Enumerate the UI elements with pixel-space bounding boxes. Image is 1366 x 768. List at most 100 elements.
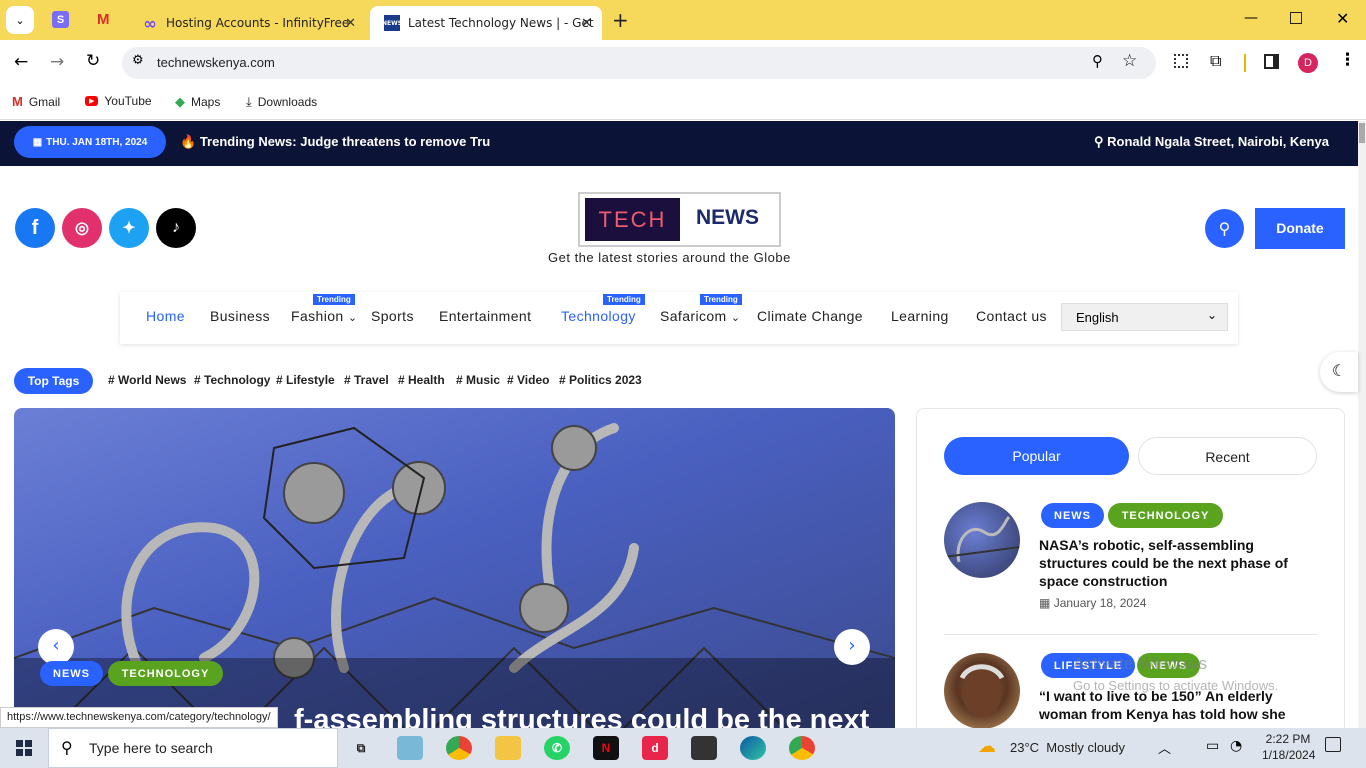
page-scrollbar[interactable]: [1358, 121, 1366, 728]
tab-hosting-accounts[interactable]: ∞ Hosting Accounts - InfinityFree ✕: [128, 6, 366, 40]
tag-health[interactable]: # Health: [398, 373, 445, 387]
gmail-tab-icon[interactable]: M: [97, 11, 114, 28]
menu-icon[interactable]: ⋮: [1339, 50, 1356, 70]
task-view-icon[interactable]: ⧉: [348, 736, 374, 760]
nav-technology[interactable]: Technology: [561, 308, 636, 324]
post-thumbnail[interactable]: [944, 653, 1020, 729]
dark-mode-toggle[interactable]: ☾: [1320, 352, 1358, 392]
reload-icon[interactable]: ↻: [86, 51, 100, 71]
tab-popular[interactable]: Popular: [944, 437, 1129, 475]
chrome-icon[interactable]: [446, 736, 472, 760]
trending-badge: Trending: [313, 294, 355, 305]
nav-entertainment[interactable]: Entertainment: [439, 308, 531, 324]
post-title[interactable]: NASA’s robotic, self-assembling structur…: [1039, 536, 1309, 590]
nav-climate-change[interactable]: Climate Change: [757, 308, 863, 324]
map-pin-icon: ⚲: [1094, 134, 1104, 149]
extensions-icon[interactable]: ⧉: [1210, 51, 1221, 71]
calendar-icon: ▦: [1039, 596, 1051, 610]
avatar[interactable]: D: [1298, 53, 1318, 73]
post-thumbnail[interactable]: [944, 502, 1020, 578]
weather[interactable]: 23°C Mostly cloudy: [1010, 740, 1125, 755]
hero-title[interactable]: f-assembling structures could be the nex…: [294, 704, 869, 728]
trending-text[interactable]: Judge threatens to remove Tru: [300, 134, 490, 149]
facebook-icon[interactable]: f: [15, 208, 55, 248]
close-window-icon[interactable]: ✕: [1336, 9, 1349, 28]
site-logo[interactable]: TECH NEWS: [578, 192, 781, 247]
tab-label: Hosting Accounts - InfinityFree: [166, 16, 350, 30]
tiktok-icon[interactable]: ♪: [156, 208, 196, 248]
logo-tech: TECH: [585, 198, 680, 241]
category-technology[interactable]: TECHNOLOGY: [108, 661, 223, 686]
whatsapp-icon[interactable]: ✆: [544, 736, 570, 760]
nav-sports[interactable]: Sports: [371, 308, 414, 324]
tag-politics-2023[interactable]: # Politics 2023: [559, 373, 642, 387]
gmail-icon: M: [12, 94, 23, 109]
notification-icon[interactable]: [1325, 737, 1341, 752]
app-d-icon[interactable]: d: [642, 736, 668, 760]
taskbar-search[interactable]: ⚲ Type here to search: [48, 728, 338, 768]
trending-ticker[interactable]: 🔥 Trending News: Judge threatens to remo…: [180, 134, 490, 150]
bookmark-downloads[interactable]: ⤓ Downloads: [246, 94, 317, 110]
instagram-icon[interactable]: ◎: [62, 208, 102, 248]
nav-safaricom[interactable]: Safaricom ⌄: [660, 308, 741, 324]
forward-icon[interactable]: →: [50, 52, 64, 72]
tab-recent[interactable]: Recent: [1138, 437, 1317, 475]
site-settings-icon[interactable]: ⚙: [132, 53, 144, 68]
tag-music[interactable]: # Music: [456, 373, 500, 387]
clock[interactable]: 2:22 PM 1/18/2024: [1262, 731, 1315, 763]
tag-world-news[interactable]: # World News: [108, 373, 186, 387]
url-text: technewskenya.com: [157, 55, 275, 70]
s-tab-icon[interactable]: S: [52, 11, 69, 28]
bookmark-star-icon[interactable]: ☆: [1122, 51, 1137, 71]
windows-start-icon[interactable]: [16, 740, 32, 756]
tab-search-button[interactable]: ⌄: [6, 6, 34, 34]
category-technology[interactable]: TECHNOLOGY: [1108, 503, 1223, 528]
close-icon[interactable]: ✕: [345, 16, 356, 31]
app-icon[interactable]: [691, 736, 717, 760]
bookmark-gmail[interactable]: M Gmail: [12, 94, 60, 109]
tab-tech-news[interactable]: NEWS Latest Technology News | - Get ✕: [370, 6, 602, 40]
search-button[interactable]: ⚲: [1205, 209, 1244, 248]
nav-business[interactable]: Business: [210, 308, 270, 324]
new-tab-button[interactable]: +: [612, 8, 629, 32]
tag-travel[interactable]: # Travel: [344, 373, 389, 387]
nav-learning[interactable]: Learning: [891, 308, 949, 324]
address-bar[interactable]: ⚙ technewskenya.com ⚲ ☆: [122, 47, 1156, 79]
bookmark-youtube[interactable]: ▶ YouTube: [85, 94, 152, 108]
netflix-icon[interactable]: N: [593, 736, 619, 760]
nav-contact-us[interactable]: Contact us: [976, 308, 1047, 324]
status-url: https://www.technewskenya.com/category/t…: [0, 707, 278, 728]
slider-next-button[interactable]: ›: [834, 629, 870, 665]
category-news[interactable]: NEWS: [1041, 503, 1104, 528]
tag-video[interactable]: # Video: [507, 373, 549, 387]
chrome-icon[interactable]: [789, 736, 815, 760]
slider-prev-button[interactable]: ‹: [38, 629, 74, 665]
bookmark-maps[interactable]: ◆ Maps: [175, 94, 220, 110]
windows-taskbar: ⚲ Type here to search ⧉ ✆ N d ☁ 23°C Mos…: [0, 728, 1366, 768]
side-panel-icon[interactable]: [1264, 54, 1279, 69]
category-news[interactable]: NEWS: [40, 661, 103, 686]
minimize-icon[interactable]: —: [1244, 10, 1258, 26]
maps-icon: ◆: [175, 94, 185, 109]
nav-home[interactable]: Home: [146, 308, 185, 324]
tray-chevron-icon[interactable]: ︿: [1158, 738, 1171, 757]
infinity-icon: ∞: [143, 13, 157, 33]
language-select[interactable]: English ⌄: [1061, 303, 1228, 331]
file-explorer-icon[interactable]: [495, 736, 521, 760]
twitter-icon[interactable]: ✦: [109, 208, 149, 248]
donate-button[interactable]: Donate: [1255, 208, 1345, 249]
nav-fashion[interactable]: Fashion ⌄: [291, 308, 358, 324]
back-icon[interactable]: ←: [14, 52, 28, 72]
close-icon[interactable]: ✕: [581, 16, 592, 31]
restore-icon[interactable]: [1290, 12, 1302, 24]
app-icon[interactable]: [397, 736, 423, 760]
tag-technology[interactable]: # Technology: [194, 373, 270, 387]
tag-lifestyle[interactable]: # Lifestyle: [276, 373, 335, 387]
edge-icon[interactable]: [740, 736, 766, 760]
hero-slider[interactable]: ‹ › NEWS TECHNOLOGY f-assembling structu…: [14, 408, 895, 728]
tab-strip: ⌄ S M ∞ Hosting Accounts - InfinityFree …: [0, 0, 1366, 40]
qr-icon[interactable]: [1174, 54, 1188, 68]
zoom-icon[interactable]: ⚲: [1092, 52, 1103, 70]
network-icon[interactable]: ◔: [1230, 738, 1242, 754]
battery-icon[interactable]: ▭: [1206, 738, 1219, 754]
